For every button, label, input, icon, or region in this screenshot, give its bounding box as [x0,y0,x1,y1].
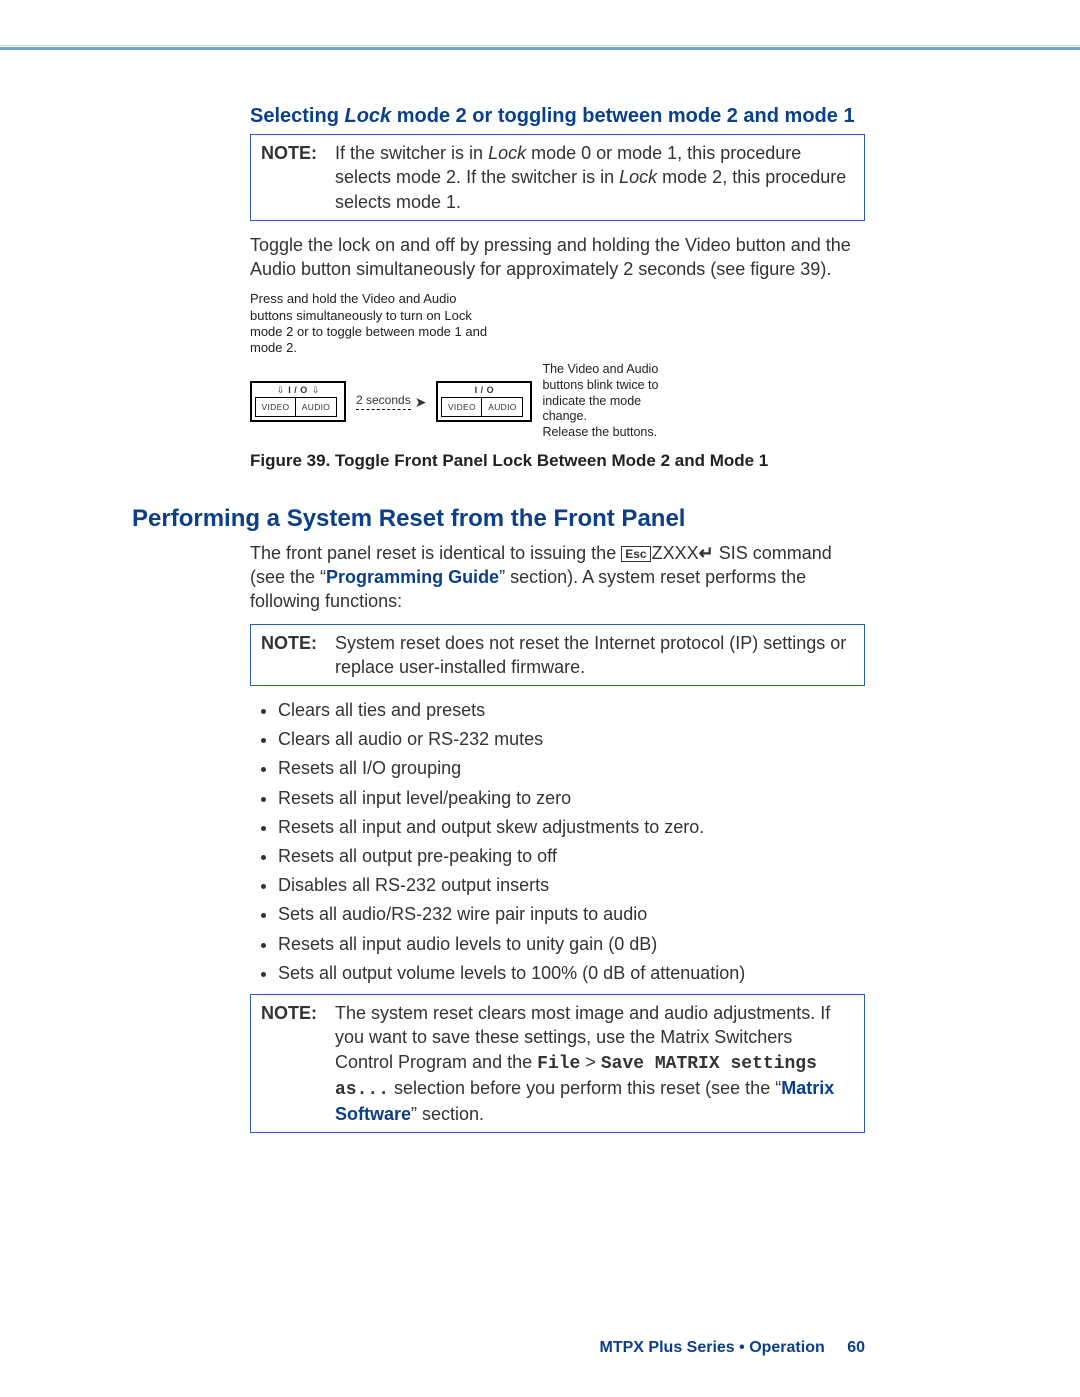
figure-side-note: The Video and Audio buttons blink twice … [542,362,672,440]
note-label: NOTE: [261,631,335,680]
note-text-italic2: Lock [619,167,657,187]
note-body: The system reset clears most image and a… [335,1001,854,1126]
panel-button-audio-2: AUDIO [482,397,523,417]
panel-io-label-2: I / O [475,385,495,395]
note3-gt: > [580,1052,601,1072]
note3-b: selection before you perform this reset … [389,1078,781,1098]
panel-button-video-2: VIDEO [441,397,482,417]
note-body: System reset does not reset the Internet… [335,631,854,680]
panel-left: ⇩ I / O ⇩ VIDEO AUDIO [250,381,346,422]
note3-c: ” section. [411,1104,484,1124]
list-item: Sets all output volume levels to 100% (0… [278,961,865,986]
mono-file: File [537,1054,580,1074]
note-label: NOTE: [261,141,335,214]
section-heading-system-reset: Performing a System Reset from the Front… [132,505,865,533]
note-box-lockmode: NOTE: If the switcher is in Lock mode 0 … [250,134,865,221]
list-item: Resets all output pre-peaking to off [278,844,865,869]
right-arrow-icon: ➤ [415,395,427,409]
figure-diagram: ⇩ I / O ⇩ VIDEO AUDIO 2 seconds ➤ I / O [250,362,865,440]
esc-key-icon: Esc [621,546,650,562]
note-box-ip-firmware: NOTE: System reset does not reset the In… [250,624,865,687]
para-reset-a: The front panel reset is identical to is… [250,543,621,563]
list-item: Resets all input and output skew adjustm… [278,815,865,840]
note-box-save-settings: NOTE: The system reset clears most image… [250,994,865,1133]
page-footer: MTPX Plus Series • Operation 60 [600,1339,865,1357]
heading-part-italic: Lock [344,105,391,127]
footer-title: MTPX Plus Series • Operation [600,1339,825,1356]
note-text-italic1: Lock [488,143,526,163]
down-arrow-icon: ⇩ [312,386,320,395]
para-reset-intro: The front panel reset is identical to is… [250,541,865,614]
document-page: Selecting Lock mode 2 or toggling betwee… [0,0,1080,1397]
link-programming-guide[interactable]: Programming Guide [326,567,499,587]
list-item: Resets all I/O grouping [278,756,865,781]
heading-part-post: mode 2 or toggling between mode 2 and mo… [391,105,854,127]
list-item: Resets all input level/peaking to zero [278,786,865,811]
note-label: NOTE: [261,1001,335,1126]
heading-part-pre: Selecting [250,105,344,127]
page-top-rule-inner [0,0,1080,46]
page-top-rule [0,0,1080,50]
reset-functions-list: Clears all ties and presets Clears all a… [278,698,865,986]
panel-button-audio-1: AUDIO [296,397,337,417]
return-arrow-icon: ↵ [699,543,714,563]
panel-io-label-1: I / O [288,385,308,395]
down-arrow-icon: ⇩ [277,386,285,395]
list-item: Disables all RS-232 output inserts [278,873,865,898]
para-reset-b: ZXXX [652,543,699,563]
list-item: Clears all audio or RS-232 mutes [278,727,865,752]
list-item: Clears all ties and presets [278,698,865,723]
list-item: Sets all audio/RS-232 wire pair inputs t… [278,902,865,927]
figure-caption: Figure 39. Toggle Front Panel Lock Betwe… [250,451,865,471]
figure-intro-text: Press and hold the Video and Audio butto… [250,291,500,356]
figure-duration-label: 2 seconds [356,393,411,410]
note-body: If the switcher is in Lock mode 0 or mod… [335,141,854,214]
panel-right: I / O VIDEO AUDIO [436,381,532,422]
section-heading-lock-mode: Selecting Lock mode 2 or toggling betwee… [250,105,865,128]
page-body: Selecting Lock mode 2 or toggling betwee… [250,105,865,1133]
panel-button-video-1: VIDEO [255,397,296,417]
note-text-a: If the switcher is in [335,143,488,163]
list-item: Resets all input audio levels to unity g… [278,932,865,957]
footer-page-number: 60 [847,1339,865,1356]
para-toggle-lock: Toggle the lock on and off by pressing a… [250,233,865,282]
